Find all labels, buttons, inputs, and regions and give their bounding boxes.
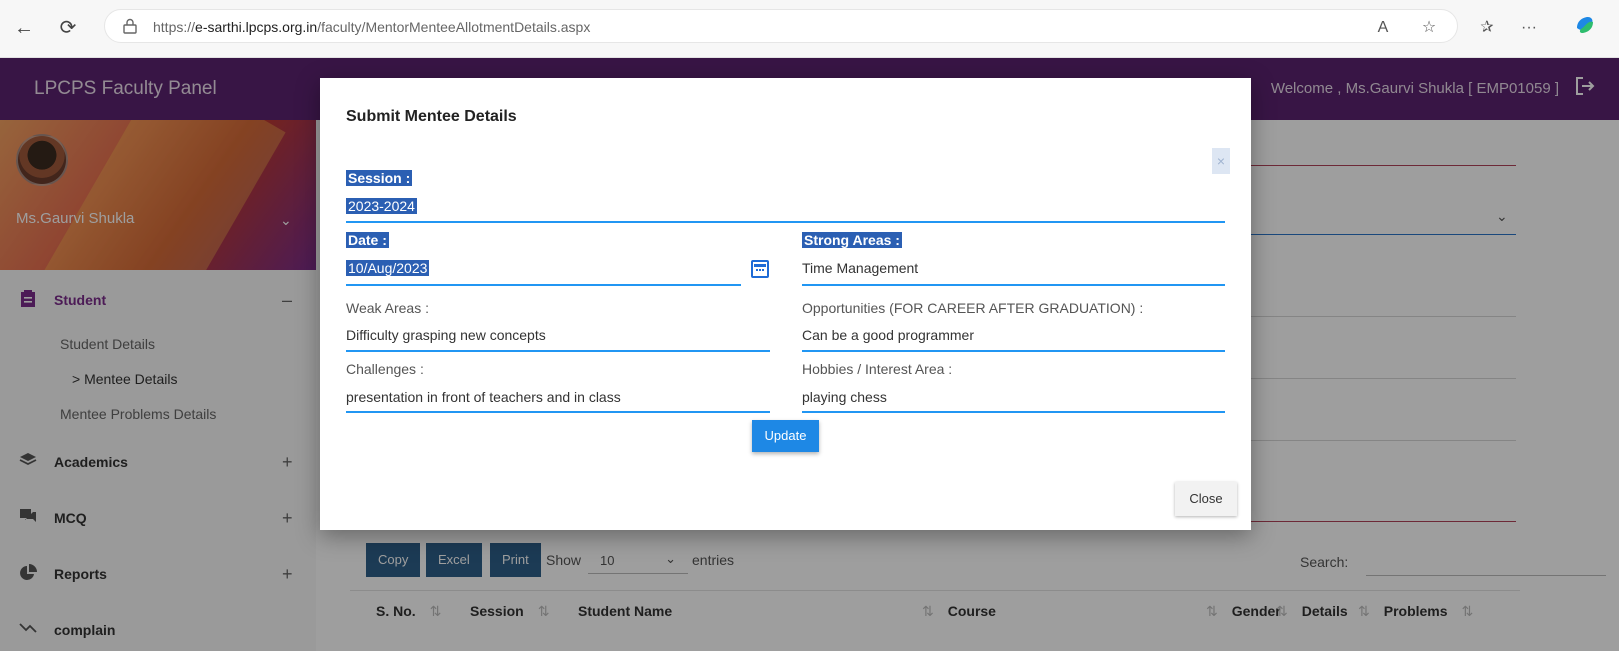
strong-areas-label: Strong Areas : — [802, 232, 902, 248]
favorite-star-icon[interactable]: ☆ — [1415, 14, 1443, 42]
copilot-icon[interactable] — [1571, 14, 1599, 42]
challenges-label: Challenges : — [346, 361, 424, 377]
hobbies-underline — [802, 411, 1225, 413]
opportunities-underline — [802, 350, 1225, 352]
more-options-icon[interactable]: ··· — [1515, 14, 1543, 42]
lock-icon — [123, 18, 137, 34]
opportunities-field[interactable]: Can be a good programmer — [802, 327, 974, 343]
back-arrow-icon[interactable]: ← — [12, 16, 36, 40]
address-bar[interactable]: https://e-sarthi.lpcps.org.in/faculty/Me… — [104, 9, 1458, 43]
modal-title: Submit Mentee Details — [346, 108, 517, 125]
hobbies-label: Hobbies / Interest Area : — [802, 361, 953, 377]
opportunities-label: Opportunities (FOR CAREER AFTER GRADUATI… — [802, 300, 1144, 316]
update-button[interactable]: Update — [752, 420, 819, 452]
date-label: Date : — [346, 232, 389, 248]
calendar-icon[interactable] — [751, 260, 769, 278]
weak-areas-label: Weak Areas : — [346, 300, 430, 316]
submit-mentee-modal: Submit Mentee Details × Session : 2023-2… — [320, 78, 1251, 530]
session-value: 2023-2024 — [346, 198, 417, 214]
weak-areas-field[interactable]: Difficulty grasping new concepts — [346, 327, 546, 343]
strong-areas-underline — [802, 284, 1225, 286]
hobbies-field[interactable]: playing chess — [802, 389, 887, 405]
challenges-underline — [346, 411, 770, 413]
weak-areas-underline — [346, 350, 770, 352]
date-underline — [346, 284, 741, 286]
url-text: https://e-sarthi.lpcps.org.in/faculty/Me… — [153, 19, 591, 35]
challenges-field[interactable]: presentation in front of teachers and in… — [346, 389, 621, 405]
close-x-button[interactable]: × — [1212, 148, 1230, 174]
favorites-list-icon[interactable]: ✰ — [1473, 14, 1501, 42]
read-aloud-icon[interactable]: A — [1369, 14, 1397, 42]
session-underline — [346, 221, 1225, 223]
strong-areas-field[interactable]: Time Management — [802, 260, 918, 276]
session-label: Session : — [346, 170, 413, 186]
browser-toolbar: ← ⟳ https://e-sarthi.lpcps.org.in/facult… — [0, 0, 1619, 58]
date-field[interactable]: 10/Aug/2023 — [346, 260, 430, 276]
close-button[interactable]: Close — [1175, 482, 1237, 516]
refresh-icon[interactable]: ⟳ — [56, 16, 80, 40]
